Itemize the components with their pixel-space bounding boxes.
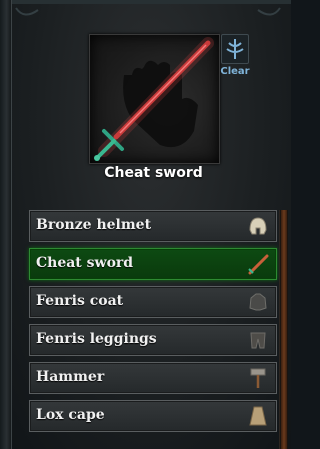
item-preview bbox=[89, 34, 220, 164]
list-item-label: Cheat sword bbox=[36, 255, 134, 271]
list-item-cheat-sword[interactable]: Cheat sword bbox=[29, 248, 277, 280]
list-item-label: Hammer bbox=[36, 369, 105, 385]
corner-ornament-icon bbox=[257, 7, 281, 16]
panel-left-frame bbox=[0, 0, 12, 449]
helmet-icon bbox=[249, 217, 267, 235]
coat-icon bbox=[249, 293, 267, 311]
list-item-hammer[interactable]: Hammer bbox=[29, 362, 277, 394]
panel-top-border bbox=[0, 0, 291, 4]
cape-icon bbox=[249, 406, 267, 426]
sword-icon bbox=[248, 254, 269, 275]
list-item-label: Fenris leggings bbox=[36, 331, 157, 347]
leggings-icon bbox=[250, 332, 266, 349]
clear-icon bbox=[221, 34, 249, 64]
list-item-lox-cape[interactable]: Lox cape bbox=[29, 400, 277, 432]
list-scrollbar[interactable] bbox=[279, 210, 288, 449]
scrollbar-thumb[interactable] bbox=[281, 210, 287, 449]
list-item-fenris-coat[interactable]: Fenris coat bbox=[29, 286, 277, 318]
list-item-label: Lox cape bbox=[36, 407, 105, 423]
hammer-icon bbox=[250, 368, 266, 388]
list-item-bronze-helmet[interactable]: Bronze helmet bbox=[29, 210, 277, 242]
sword-icon bbox=[94, 37, 214, 161]
clear-button[interactable]: Clear bbox=[219, 34, 251, 80]
list-item-label: Bronze helmet bbox=[36, 217, 152, 233]
clear-label: Clear bbox=[220, 66, 250, 77]
item-list: Bronze helmet Cheat sword Fenris coat Fe… bbox=[29, 210, 277, 438]
list-item-label: Fenris coat bbox=[36, 293, 124, 309]
selected-item-name: Cheat sword bbox=[104, 165, 203, 181]
list-item-fenris-leggings[interactable]: Fenris leggings bbox=[29, 324, 277, 356]
corner-ornament-icon bbox=[15, 7, 39, 16]
